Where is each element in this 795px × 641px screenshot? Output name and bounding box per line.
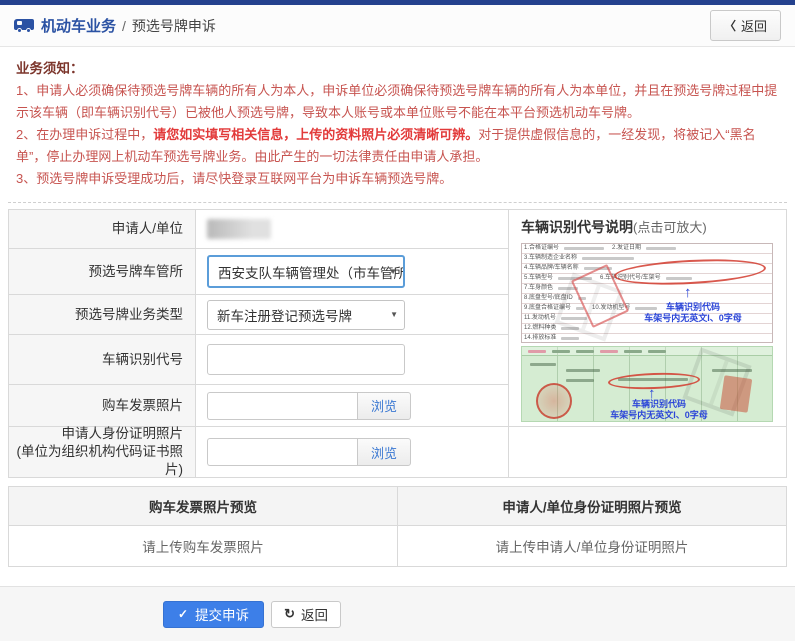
header-back-label: 返回 xyxy=(741,16,767,35)
dmv-office-label: 预选号牌车管所 xyxy=(9,249,196,294)
business-notice: 业务须知： 1、申请人必须确保待预选号牌车辆的所有人为本人，申诉单位必须确保待预… xyxy=(8,47,787,203)
submit-appeal-button[interactable]: ✓ 提交申诉 xyxy=(163,601,264,628)
vin-guide-title: 车辆识别代号说明(点击可放大) xyxy=(521,217,774,237)
dmv-office-selected-value: 西安支队车辆管理处（市车管所 xyxy=(218,262,405,282)
header-back-button[interactable]: 〈 返回 xyxy=(710,10,781,41)
form-row-dmv-office: 预选号牌车管所 西安支队车辆管理处（市车管所 ▼ xyxy=(9,249,508,295)
appeal-form-panel: 申请人/单位 预选号牌车管所 西安支队车辆管理处（市车管所 ▼ 预选号牌业务类型… xyxy=(8,209,787,478)
chevron-left-icon: 〈 xyxy=(724,17,736,34)
vin-annotation: 车辆识别代码 车架号内无英文I、0字母 xyxy=(584,399,734,421)
invoice-preview-placeholder: 请上传购车发票照片 xyxy=(9,526,398,566)
notice-title: 业务须知： xyxy=(16,58,779,80)
arrow-up-icon: ↑ xyxy=(684,286,692,300)
invoice-photo-label: 购车发票照片 xyxy=(9,385,196,426)
dmv-office-select[interactable]: 西安支队车辆管理处（市车管所 ▼ xyxy=(207,255,405,288)
form-row-vin: 车辆识别代号 xyxy=(9,335,508,385)
applicant-label: 申请人/单位 xyxy=(9,210,196,248)
vehicle-icon xyxy=(14,19,34,33)
form-row-business-type: 预选号牌业务类型 新车注册登记预选号牌 ▼ xyxy=(9,295,508,335)
notice-item-3: 3、预选号牌申诉受理成功后，请尽快登录互联网平台为申诉车辆预选号牌。 xyxy=(16,168,779,190)
form-fields-column: 申请人/单位 预选号牌车管所 西安支队车辆管理处（市车管所 ▼ 预选号牌业务类型… xyxy=(9,210,509,477)
vin-guide-image[interactable]: 1.合格证编号2.发证日期 3.车辆制造企业名称 4.车辆品牌/车辆名称 5.车… xyxy=(521,243,773,422)
identity-photo-file-input[interactable] xyxy=(207,438,357,466)
identity-photo-browse-button[interactable]: 浏览 xyxy=(357,438,411,466)
invoice-photo-file-input[interactable] xyxy=(207,392,357,420)
identity-preview-placeholder: 请上传申请人/单位身份证明照片 xyxy=(398,526,786,566)
invoice-preview-header: 购车发票照片预览 xyxy=(9,487,398,525)
page-title: 预选号牌申诉 xyxy=(132,16,216,36)
footer-back-button[interactable]: ↻ 返回 xyxy=(271,601,341,628)
business-type-select[interactable]: 新车注册登记预选号牌 ▼ xyxy=(207,300,405,330)
vin-annotation: 车辆识别代码 车架号内无英文I、0字母 xyxy=(618,302,768,324)
notice-item-1: 1、申请人必须确保待预选号牌车辆的所有人为本人，申诉单位必须确保待预选号牌车辆的… xyxy=(16,80,779,124)
submit-appeal-label: 提交申诉 xyxy=(195,604,249,624)
notice-item-2-emphasis: 请您如实填写相关信息，上传的资料照片必须清晰可辨。 xyxy=(153,127,478,142)
caret-down-icon: ▼ xyxy=(390,310,398,319)
business-type-label: 预选号牌业务类型 xyxy=(9,295,196,334)
square-red-stamp-icon xyxy=(720,375,752,413)
import-certificate-sample: ↑ 车辆识别代码 车架号内无英文I、0字母 xyxy=(521,346,773,422)
footer-action-bar: ✓ 提交申诉 ↻ 返回 xyxy=(0,586,795,641)
invoice-photo-browse-button[interactable]: 浏览 xyxy=(357,392,411,420)
identity-photo-sublabel: (单位为组织机构代码证书照片) xyxy=(9,443,183,479)
upload-preview-table: 购车发票照片预览 申请人/单位身份证明照片预览 请上传购车发票照片 请上传申请人… xyxy=(8,486,787,567)
form-row-identity-photo: 申请人身份证明照片 (单位为组织机构代码证书照片) 浏览 xyxy=(9,427,508,477)
page-header: 机动车业务 / 预选号牌申诉 〈 返回 xyxy=(0,5,795,47)
identity-preview-header: 申请人/单位身份证明照片预览 xyxy=(398,487,786,525)
breadcrumb-section: 机动车业务 xyxy=(41,15,116,36)
footer-back-label: 返回 xyxy=(301,604,328,624)
notice-item-2: 2、在办理申诉过程中，请您如实填写相关信息，上传的资料照片必须清晰可辨。对于提供… xyxy=(16,124,779,168)
form-row-applicant: 申请人/单位 xyxy=(9,210,508,249)
vehicle-certificate-sample: 1.合格证编号2.发证日期 3.车辆制造企业名称 4.车辆品牌/车辆名称 5.车… xyxy=(521,243,773,343)
form-row-invoice-photo: 购车发票照片 浏览 xyxy=(9,385,508,427)
vin-guide-zoom-hint: (点击可放大) xyxy=(633,220,707,235)
applicant-value-redacted xyxy=(207,219,271,239)
breadcrumb-separator: / xyxy=(122,18,126,34)
check-icon: ✓ xyxy=(178,607,188,621)
identity-photo-label: 申请人身份证明照片 (单位为组织机构代码证书照片) xyxy=(9,427,196,477)
vin-label: 车辆识别代号 xyxy=(9,335,196,384)
caret-down-icon: ▼ xyxy=(389,267,397,276)
round-red-stamp-icon xyxy=(536,383,572,419)
refresh-icon: ↻ xyxy=(284,606,295,622)
vin-guide-column: 车辆识别代号说明(点击可放大) 1.合格证编号2.发证日期 3.车辆制造企业名称… xyxy=(509,210,786,477)
business-type-selected-value: 新车注册登记预选号牌 xyxy=(217,305,352,325)
empty-cell xyxy=(509,427,786,477)
vin-input[interactable] xyxy=(207,344,405,375)
